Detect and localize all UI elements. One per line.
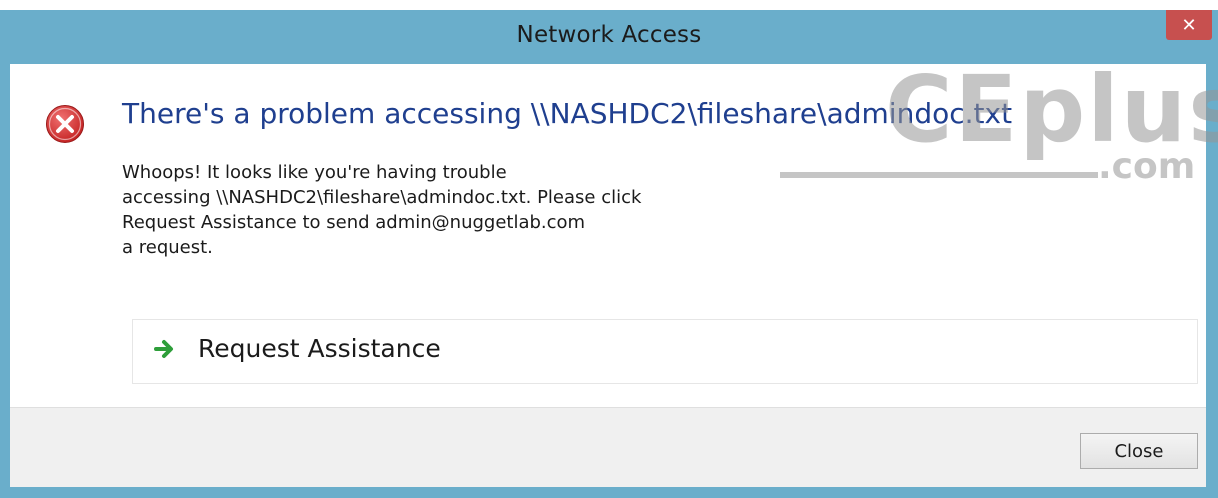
close-button[interactable]: Close — [1080, 433, 1198, 469]
dialog-footer: Close — [10, 407, 1206, 487]
request-assistance-button[interactable]: Request Assistance — [132, 319, 1198, 384]
network-access-window: Network Access ✕ There's a problem acces… — [0, 0, 1218, 498]
close-icon: ✕ — [1181, 14, 1197, 36]
message-line-1: Whoops! It looks like you're having trou… — [122, 162, 507, 183]
window-title: Network Access — [516, 22, 702, 48]
error-heading: There's a problem accessing \\NASHDC2\fi… — [122, 97, 1013, 130]
request-assistance-label: Request Assistance — [198, 334, 441, 363]
error-message: Whoops! It looks like you're having trou… — [122, 160, 842, 260]
window-close-button[interactable]: ✕ — [1166, 10, 1212, 40]
error-icon — [46, 105, 84, 143]
dialog-content: There's a problem accessing \\NASHDC2\fi… — [10, 64, 1206, 407]
top-crop-area — [0, 0, 1218, 10]
green-arrow-icon — [154, 340, 173, 358]
message-line-2: accessing \\NASHDC2\fileshare\admindoc.t… — [122, 187, 642, 208]
message-line-3: Request Assistance to send admin@nuggetl… — [122, 212, 586, 233]
message-line-4: a request. — [122, 237, 213, 258]
title-bar[interactable]: Network Access ✕ — [0, 10, 1218, 64]
